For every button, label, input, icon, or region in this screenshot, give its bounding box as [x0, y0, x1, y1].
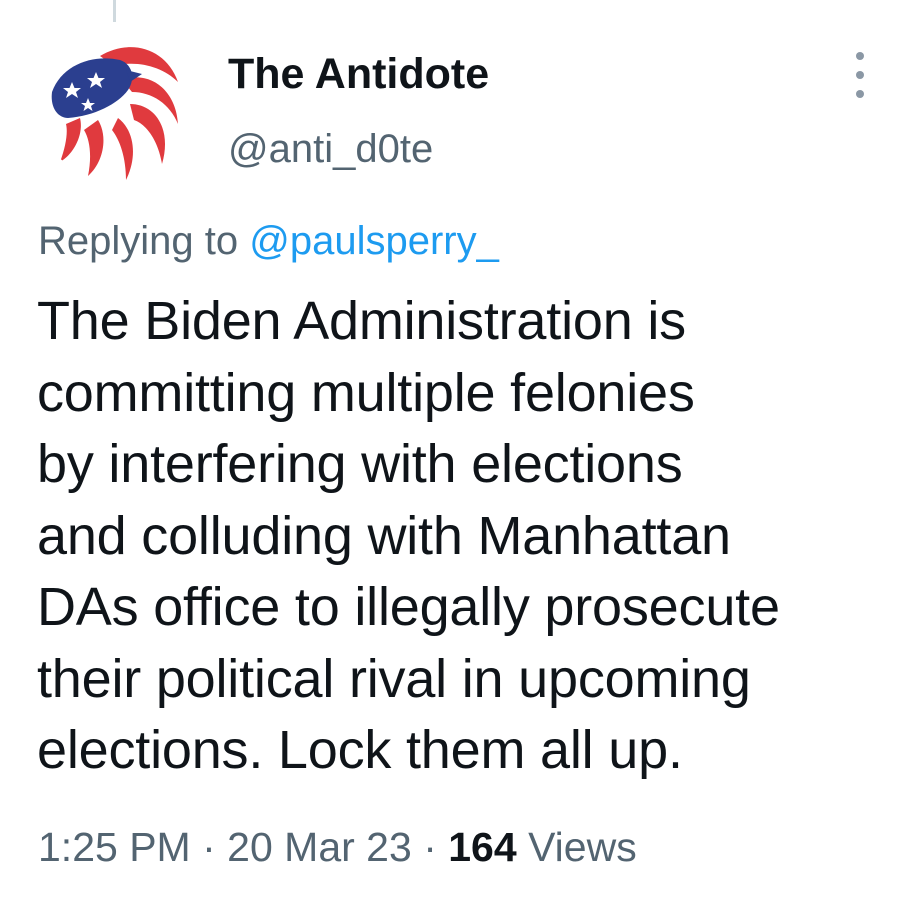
reply-target-link[interactable]: @paulsperry_: [249, 219, 499, 263]
tweet-time[interactable]: 1:25 PM: [38, 824, 191, 870]
views-count[interactable]: 164: [448, 824, 516, 870]
tweet-text-line: committing multiple felonies: [37, 362, 695, 423]
author-display-name[interactable]: The Antidote: [228, 49, 489, 99]
tweet-text-line: their political rival in upcoming: [37, 648, 751, 709]
replying-to-line: Replying to @paulsperry_: [38, 216, 499, 266]
replying-to-label: Replying to: [38, 219, 239, 263]
views-label[interactable]: Views: [528, 824, 637, 870]
more-vertical-icon-dot-2: [856, 71, 864, 79]
tweet-date[interactable]: 20 Mar 23: [227, 824, 412, 870]
tweet-text-line: elections. Lock them all up.: [37, 720, 683, 780]
more-options-button[interactable]: [842, 52, 878, 98]
author-handle[interactable]: @anti_d0te: [228, 125, 433, 173]
patriotic-eagle-flag-icon: [51, 47, 178, 180]
more-vertical-icon-dot-3: [856, 90, 864, 98]
tweet-text-line: DAs office to illegally prosecute: [37, 577, 780, 637]
tweet-text: The Biden Administration is committing m…: [37, 286, 912, 787]
tweet-text-line: and colluding with Manhattan: [37, 505, 731, 566]
avatar[interactable]: [38, 26, 194, 182]
tweet-meta: 1:25 PM · 20 Mar 23 · 164 Views: [38, 822, 637, 872]
meta-separator: ·: [202, 824, 216, 870]
tweet-text-line: by interfering with elections: [37, 434, 683, 494]
tweet-text-line: The Biden Administration is: [37, 291, 686, 351]
thread-connector-line: [113, 0, 116, 22]
more-vertical-icon: [856, 52, 864, 60]
meta-separator-2: ·: [423, 824, 437, 870]
